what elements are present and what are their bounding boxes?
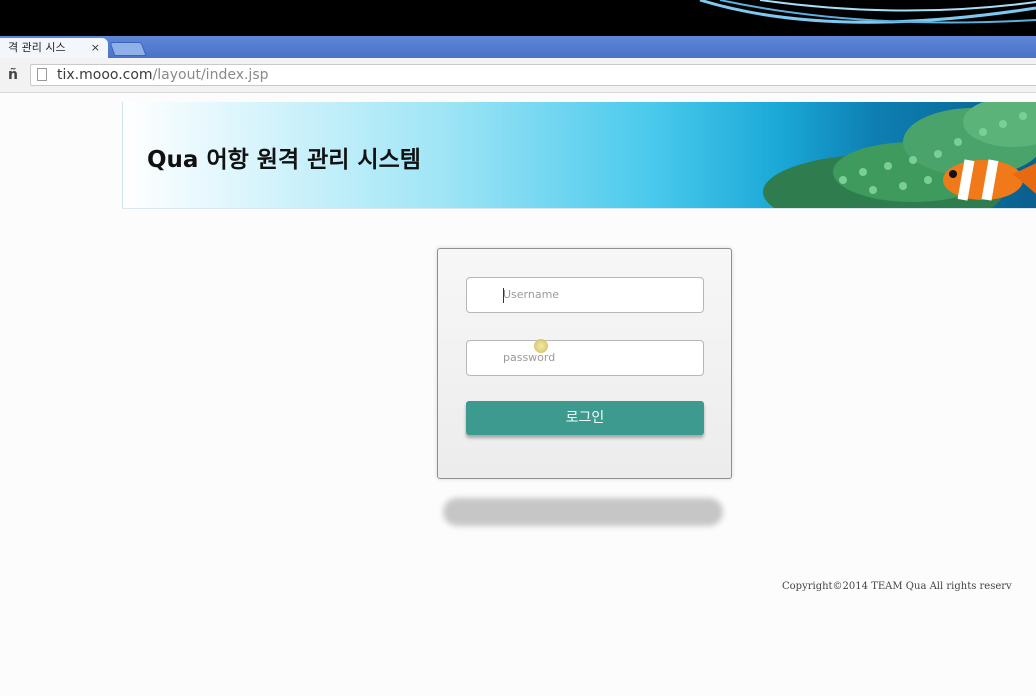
mouse-cursor-icon	[534, 339, 548, 353]
page-icon	[37, 68, 47, 81]
form-shadow	[443, 498, 723, 526]
username-input[interactable]: Username	[466, 277, 704, 313]
tab-title: 격 관리 시스	[8, 41, 66, 54]
password-input[interactable]: password	[466, 339, 704, 376]
header-banner: Qua 어항 원격 관리 시스템	[122, 102, 1036, 209]
page-content: Qua 어항 원격 관리 시스템 Username password 로그인 C…	[0, 93, 1036, 696]
password-placeholder: password	[503, 351, 556, 364]
tab-close-icon[interactable]: ×	[91, 38, 100, 58]
top-black-bar	[0, 0, 1036, 36]
address-bar: ñ tix.mooo.com/layout/index.jsp	[0, 58, 1036, 93]
login-form: Username password 로그인	[437, 248, 732, 479]
banner-title: Qua 어항 원격 관리 시스템	[147, 147, 421, 173]
decorative-curves	[699, 0, 1036, 24]
browser-tab[interactable]: 격 관리 시스 ×	[0, 38, 108, 58]
text-caret	[503, 288, 504, 303]
username-placeholder: Username	[503, 288, 560, 301]
copyright-text: Copyright©2014 TEAM Qua All rights reser…	[782, 581, 1012, 592]
clownfish-coral-illustration	[763, 102, 1036, 208]
url-path: /layout/index.jsp	[152, 67, 269, 83]
login-button[interactable]: 로그인	[466, 401, 704, 435]
browser-tab-strip: 격 관리 시스 ×	[0, 36, 1036, 58]
url-host: tix.mooo.com	[57, 67, 153, 83]
url-field[interactable]: tix.mooo.com/layout/index.jsp	[30, 64, 1036, 86]
new-tab-button[interactable]	[109, 42, 147, 56]
home-icon[interactable]: ñ	[8, 67, 18, 83]
